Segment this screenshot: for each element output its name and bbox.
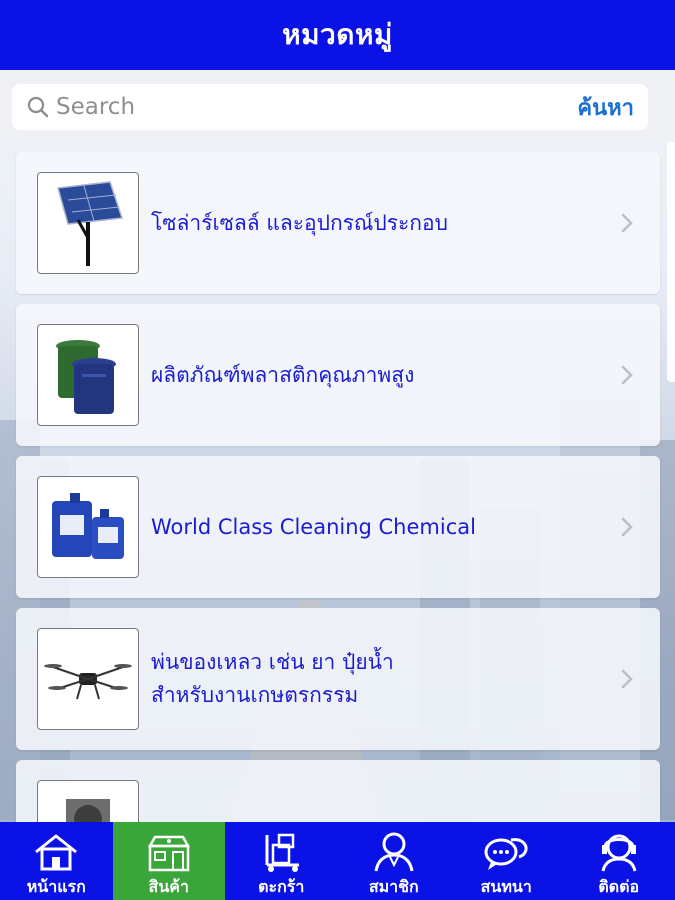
drone-thumbnail [37, 628, 139, 730]
search-button[interactable]: ค้นหา [577, 90, 634, 125]
scrollbar[interactable] [667, 142, 675, 382]
category-label: โซล่าร์เซลล์ และอุปกรณ์ประกอบ [151, 210, 448, 235]
fan-thumbnail [37, 780, 139, 822]
tab-cart[interactable]: ตะกร้า [225, 822, 338, 900]
tab-member[interactable]: สมาชิก [338, 822, 451, 900]
category-label: ผลิตภัณฑ์พลาสติกคุณภาพสูง [151, 362, 415, 387]
category-label-line: สำหรับงานเกษตรกรรม [151, 683, 359, 707]
category-item-cleaning[interactable]: World Class Cleaning Chemical [16, 456, 660, 598]
chevron-right-icon [612, 516, 642, 538]
category-item-spraying[interactable]: พ่นของเหลว เช่น ยา ปุ๋ยน้ำ สำหรับงานเกษต… [16, 608, 660, 750]
tab-label: สินค้า [148, 877, 189, 896]
chevron-right-icon [612, 212, 642, 234]
category-label: พ่นของเหลว เช่น ยา ปุ๋ยน้ำ สำหรับงานเกษต… [151, 646, 612, 712]
tab-contact[interactable]: ติดต่อ [563, 822, 675, 900]
search-bar: ค้นหา [0, 70, 675, 140]
chat-icon [483, 830, 529, 873]
plastic-bins-thumbnail [37, 324, 139, 426]
tab-label: ตะกร้า [258, 877, 305, 896]
page-title: หมวดหมู่ [282, 18, 393, 51]
shop-icon [147, 830, 191, 873]
chevron-right-icon [612, 364, 642, 386]
app-header: หมวดหมู่ [0, 0, 675, 70]
chemical-containers-thumbnail [37, 476, 139, 578]
category-label: World Class Cleaning Chemical [151, 514, 476, 539]
tab-chat[interactable]: สนทนา [450, 822, 563, 900]
category-label-line: พ่นของเหลว เช่น ยา ปุ๋ยน้ำ [151, 650, 394, 674]
contact-icon [597, 830, 641, 873]
search-input[interactable] [56, 94, 578, 120]
tab-home[interactable]: หน้าแรก [0, 822, 113, 900]
tab-label: สมาชิก [368, 877, 419, 896]
category-item-fan[interactable] [16, 760, 660, 822]
tab-products[interactable]: สินค้า [112, 822, 225, 900]
chevron-right-icon [612, 668, 642, 690]
tab-label: หน้าแรก [26, 877, 86, 896]
search-box: ค้นหา [12, 84, 648, 130]
category-list: โซล่าร์เซลล์ และอุปกรณ์ประกอบ ผลิตภัณฑ์พ… [0, 140, 675, 822]
member-icon [372, 830, 416, 873]
search-icon [20, 84, 56, 130]
category-item-plastic[interactable]: ผลิตภัณฑ์พลาสติกคุณภาพสูง [16, 304, 660, 446]
tab-label: สนทนา [480, 877, 532, 896]
home-icon [33, 830, 79, 873]
bottom-tab-bar: หน้าแรก สินค้า ตะกร้า สมาชิก สนทนา ติดต่… [0, 822, 675, 900]
category-item-solar[interactable]: โซล่าร์เซลล์ และอุปกรณ์ประกอบ [16, 152, 660, 294]
cart-icon [259, 830, 303, 873]
tab-label: ติดต่อ [598, 877, 640, 896]
solar-panel-thumbnail [37, 172, 139, 274]
